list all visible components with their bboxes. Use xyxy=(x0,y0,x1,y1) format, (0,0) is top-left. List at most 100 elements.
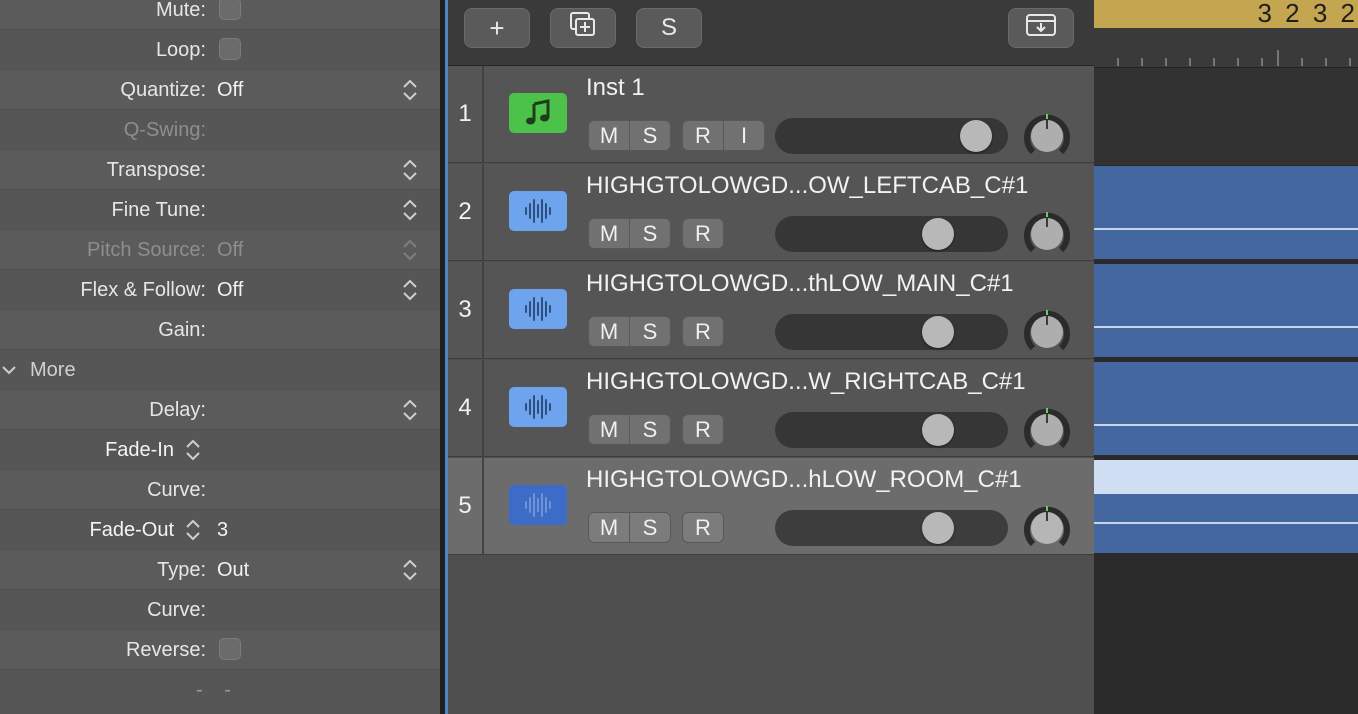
fade-in-stepper-icon[interactable] xyxy=(183,439,203,461)
audio-region[interactable] xyxy=(1094,362,1358,455)
volume-slider[interactable] xyxy=(775,314,1008,350)
track-lane-empty[interactable] xyxy=(1094,68,1358,165)
record-enable-button[interactable]: R xyxy=(682,414,724,445)
mute-button[interactable]: M xyxy=(588,120,630,151)
volume-slider[interactable] xyxy=(775,118,1008,154)
download-tray-icon xyxy=(1025,13,1057,44)
track-row[interactable]: 1 Inst 1 M S R I xyxy=(448,66,1094,163)
mute-button[interactable]: M xyxy=(588,512,630,543)
pan-knob[interactable] xyxy=(1021,110,1073,162)
global-solo-button[interactable]: S xyxy=(636,8,702,48)
track-name[interactable]: HIGHGTOLOWGD...OW_LEFTCAB_C#1 xyxy=(586,172,1028,200)
fade-out-value[interactable]: 3 xyxy=(217,510,228,550)
record-enable-button[interactable]: R xyxy=(682,120,724,151)
type-stepper-icon[interactable] xyxy=(400,559,420,581)
volume-slider-knob[interactable] xyxy=(960,120,992,152)
fade-out-label[interactable]: Fade-Out xyxy=(90,510,174,550)
fade-in-label[interactable]: Fade-In xyxy=(105,430,174,470)
flex-follow-value[interactable]: Off xyxy=(217,270,243,310)
tracks-area[interactable]: 3 2 3 2 xyxy=(1094,0,1358,714)
solo-button[interactable]: S xyxy=(629,316,671,347)
flex-follow-stepper-icon[interactable] xyxy=(400,279,420,301)
inspector-row-type[interactable]: Type: Out xyxy=(0,550,440,590)
inspector-row-fade-out-curve[interactable]: Curve: xyxy=(0,590,440,630)
inspector-row-gain[interactable]: Gain: xyxy=(0,310,440,350)
pan-knob[interactable] xyxy=(1021,306,1073,358)
volume-slider[interactable] xyxy=(775,510,1008,546)
inspector-row-reverse: Reverse: xyxy=(0,630,440,670)
track-row[interactable]: 3 HIGHGTOLOWGD...thLOW_MAIN_C#1 M S R xyxy=(448,262,1094,359)
music-note-icon[interactable] xyxy=(509,93,567,133)
track-name[interactable]: HIGHGTOLOWGD...hLOW_ROOM_C#1 xyxy=(586,466,1022,494)
delay-stepper-icon[interactable] xyxy=(400,399,420,421)
mute-checkbox[interactable] xyxy=(219,0,241,20)
record-enable-button[interactable]: R xyxy=(682,512,724,543)
timeline-ruler[interactable] xyxy=(1094,28,1358,68)
waveform-icon[interactable] xyxy=(509,485,567,525)
type-value[interactable]: Out xyxy=(217,550,249,590)
region-waveform-line xyxy=(1094,424,1358,426)
add-track-button[interactable]: + xyxy=(464,8,530,48)
track-name[interactable]: HIGHGTOLOWGD...W_RIGHTCAB_C#1 xyxy=(586,368,1026,396)
track-row[interactable]: 2 HIGHGTOLOWGD...OW_LEFTCAB_C#1 M S R xyxy=(448,164,1094,261)
catch-up-button[interactable] xyxy=(1008,8,1074,48)
inspector-row-quantize[interactable]: Quantize: Off xyxy=(0,70,440,110)
solo-button[interactable]: S xyxy=(629,218,671,249)
inspector-row-transpose[interactable]: Transpose: xyxy=(0,150,440,190)
region-waveform-line xyxy=(1094,522,1358,524)
fade-out-stepper-icon[interactable] xyxy=(183,519,203,541)
inspector-row-fade-out[interactable]: Fade-Out 3 xyxy=(0,510,440,550)
input-monitor-button[interactable]: I xyxy=(723,120,765,151)
inspector-row-pitch-source: Pitch Source: Off xyxy=(0,230,440,270)
region-waveform-line xyxy=(1094,326,1358,328)
volume-slider-knob[interactable] xyxy=(922,512,954,544)
inspector-row-delay[interactable]: Delay: xyxy=(0,390,440,430)
volume-slider-knob[interactable] xyxy=(922,414,954,446)
chevron-down-icon[interactable] xyxy=(1,363,17,377)
volume-slider[interactable] xyxy=(775,216,1008,252)
waveform-icon[interactable] xyxy=(509,191,567,231)
loop-checkbox[interactable] xyxy=(219,38,241,60)
inspector-row-fade-in[interactable]: Fade-In xyxy=(0,430,440,470)
volume-slider-knob[interactable] xyxy=(922,218,954,250)
solo-button[interactable]: S xyxy=(629,512,671,543)
solo-button[interactable]: S xyxy=(629,414,671,445)
track-number: 3 xyxy=(448,262,484,358)
waveform-icon[interactable] xyxy=(509,289,567,329)
transpose-stepper-icon[interactable] xyxy=(400,159,420,181)
pitch-source-value: Off xyxy=(217,239,244,261)
pan-knob[interactable] xyxy=(1021,502,1073,554)
pan-knob[interactable] xyxy=(1021,404,1073,456)
waveform-icon[interactable] xyxy=(509,387,567,427)
loop-label: Loop: xyxy=(155,39,206,61)
cycle-bar[interactable]: 3 2 3 2 xyxy=(1094,0,1358,28)
duplicate-track-button[interactable] xyxy=(550,8,616,48)
audio-region[interactable] xyxy=(1094,264,1358,357)
record-enable-button[interactable]: R xyxy=(682,218,724,249)
inspector-row-flex-follow[interactable]: Flex & Follow: Off xyxy=(0,270,440,310)
mute-button[interactable]: M xyxy=(588,316,630,347)
track-row[interactable]: 4 HIGHGTOLOWGD...W_RIGHTCAB_C#1 M S R xyxy=(448,360,1094,457)
solo-button[interactable]: S xyxy=(629,120,671,151)
audio-region[interactable] xyxy=(1094,166,1358,259)
inspector-more-disclosure[interactable]: More xyxy=(0,350,440,390)
quantize-value[interactable]: Off xyxy=(217,70,243,110)
inspector-row-finetune[interactable]: Fine Tune: xyxy=(0,190,440,230)
record-enable-button[interactable]: R xyxy=(682,316,724,347)
region-header xyxy=(1094,460,1358,494)
inspector-row-fade-in-curve[interactable]: Curve: xyxy=(0,470,440,510)
mute-button[interactable]: M xyxy=(588,414,630,445)
track-name[interactable]: Inst 1 xyxy=(586,74,645,102)
mute-button[interactable]: M xyxy=(588,218,630,249)
more-label[interactable]: More xyxy=(30,350,76,390)
volume-slider-knob[interactable] xyxy=(922,316,954,348)
qswing-label: Q-Swing: xyxy=(123,119,206,141)
track-name[interactable]: HIGHGTOLOWGD...thLOW_MAIN_C#1 xyxy=(586,270,1014,298)
pan-knob[interactable] xyxy=(1021,208,1073,260)
audio-region-selected[interactable] xyxy=(1094,460,1358,553)
finetune-stepper-icon[interactable] xyxy=(400,199,420,221)
volume-slider[interactable] xyxy=(775,412,1008,448)
track-row-selected[interactable]: 5 HIGHGTOLOWGD...hLOW_ROOM_C#1 M S R xyxy=(448,458,1094,555)
quantize-stepper-icon[interactable] xyxy=(400,79,420,101)
reverse-checkbox[interactable] xyxy=(219,638,241,660)
